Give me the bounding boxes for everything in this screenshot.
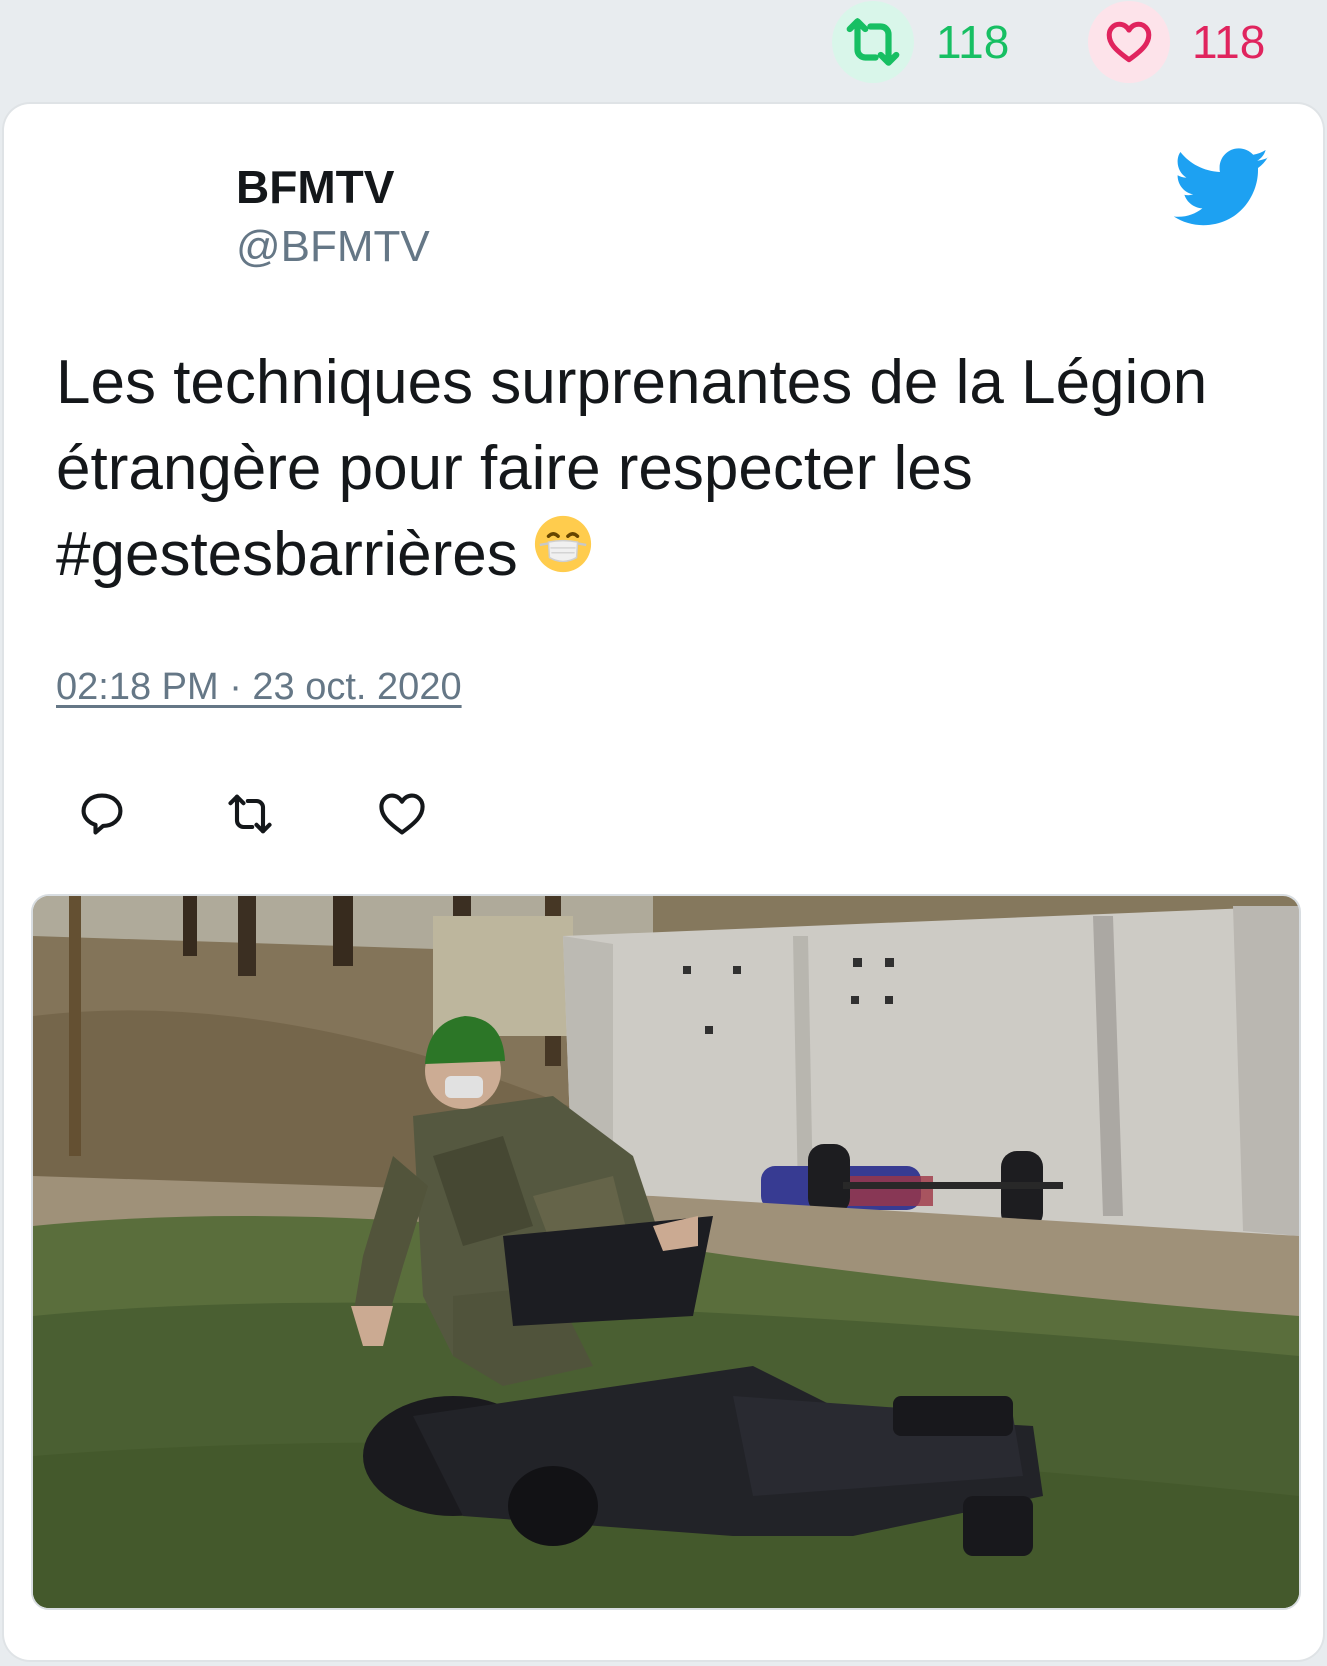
video-frame-illustration	[33, 896, 1299, 1608]
tweet-text-body: Les techniques surprenantes de la Légion…	[56, 348, 1208, 589]
tweet-card[interactable]: BFMTV @BFMTV Les techniques surprenantes…	[4, 104, 1323, 1660]
like-count: 118	[1192, 16, 1266, 68]
heart-icon[interactable]	[1088, 1, 1170, 83]
tweet-timestamp[interactable]: 02:18 PM · 23 oct. 2020	[56, 666, 462, 709]
author-name[interactable]: BFMTV	[236, 160, 394, 214]
like-stat[interactable]: 118	[1088, 0, 1265, 84]
face-with-medical-mask-icon	[532, 512, 594, 598]
tweet-text: Les techniques surprenantes de la Légion…	[56, 340, 1276, 602]
engagement-bar: 118 118	[0, 0, 1327, 100]
like-icon[interactable]	[376, 788, 432, 844]
reply-icon[interactable]	[76, 788, 132, 844]
twitter-bird-icon[interactable]	[1173, 148, 1270, 233]
tweet-video-thumbnail[interactable]	[31, 894, 1301, 1610]
retweet-icon[interactable]	[832, 1, 914, 83]
retweet-action-icon[interactable]	[224, 788, 280, 844]
author-handle[interactable]: @BFMTV	[236, 222, 430, 272]
retweet-count: 118	[936, 16, 1010, 68]
retweet-stat[interactable]: 118	[832, 0, 1009, 84]
